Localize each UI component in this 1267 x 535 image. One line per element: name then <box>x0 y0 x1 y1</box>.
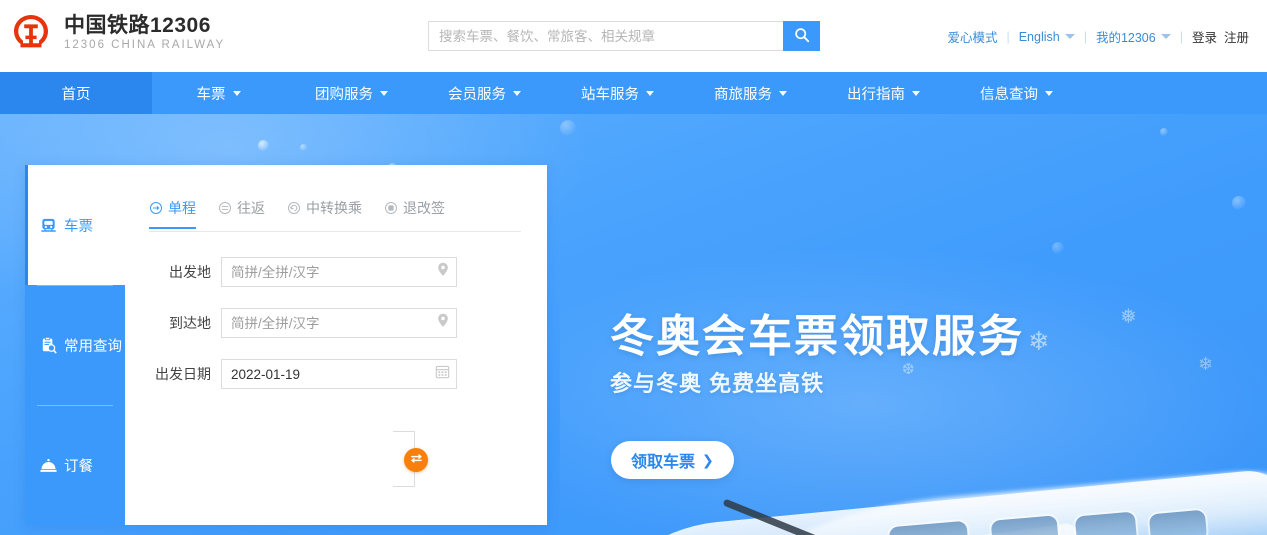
nav-item-information[interactable]: 信息查询 <box>950 72 1083 114</box>
chevron-down-icon <box>1045 90 1053 96</box>
bokeh-dot <box>300 144 307 151</box>
nav-label: 站车服务 <box>581 86 639 103</box>
one-way-icon <box>149 201 163 215</box>
tab-refund-change[interactable]: 退改签 <box>384 198 445 227</box>
link-separator-3: | <box>1179 29 1183 44</box>
sidebar-item-common-queries[interactable]: 常用查询 <box>25 285 125 405</box>
departure-date-row: 出发日期 <box>149 359 457 389</box>
trip-type-tabs: 单程 往返 中转换乘 退改签 <box>149 198 521 232</box>
language-switch-link[interactable]: English <box>1019 30 1060 44</box>
accessibility-mode-link[interactable]: 爱心模式 <box>947 27 997 46</box>
nav-item-travel-guide[interactable]: 出行指南 <box>817 72 950 114</box>
search-icon <box>794 27 810 46</box>
hero-title: 冬奥会车票领取服务 <box>610 312 1024 361</box>
page-root: 中国铁路12306 12306 CHINA RAILWAY 爱心模式 | Eng… <box>0 0 1267 535</box>
claim-ticket-button[interactable]: 领取车票 ❯ <box>611 441 734 479</box>
nav-label: 信息查询 <box>980 86 1038 103</box>
nav-label: 出行指南 <box>847 86 905 103</box>
sidebar-item-label: 车票 <box>64 218 93 235</box>
main-navigation: 首页 车票 团购服务 会员服务 站车服务 商旅服务 出行指南 信息查询 <box>0 72 1267 114</box>
destination-row: 到达地 <box>149 308 457 338</box>
nav-item-member-services[interactable]: 会员服务 <box>418 72 551 114</box>
sidebar-item-label: 常用查询 <box>64 338 122 355</box>
logo-title: 中国铁路12306 <box>64 13 211 37</box>
hero-subtitle: 参与冬奥 免费坐高铁 <box>610 371 825 396</box>
bokeh-dot <box>1052 242 1064 254</box>
china-railway-emblem-icon <box>8 10 54 56</box>
global-search <box>428 21 820 51</box>
tab-round-trip[interactable]: 往返 <box>218 198 265 227</box>
snowflake-icon: ❅ <box>1120 306 1137 328</box>
sidebar-item-meal-order[interactable]: 订餐 <box>25 405 125 525</box>
nav-item-station-services[interactable]: 站车服务 <box>551 72 684 114</box>
bokeh-dot <box>1160 128 1168 136</box>
tab-label: 退改签 <box>403 200 445 216</box>
nav-item-group-booking[interactable]: 团购服务 <box>285 72 418 114</box>
bokeh-dot <box>258 140 269 151</box>
booking-card: 车票 常用查询 订餐 单程 往返 中转换乘 退改签 出发地 简拼/全拼/汉字 到… <box>25 165 547 525</box>
chevron-down-icon <box>646 90 654 96</box>
site-header: 中国铁路12306 12306 CHINA RAILWAY 爱心模式 | Eng… <box>0 0 1267 72</box>
login-link[interactable]: 登录 <box>1192 27 1217 46</box>
nav-item-business-travel[interactable]: 商旅服务 <box>684 72 817 114</box>
destination-label: 到达地 <box>169 315 211 331</box>
my12306-link[interactable]: 我的12306 <box>1096 27 1156 46</box>
tab-label: 往返 <box>237 200 265 216</box>
link-separator-1: | <box>1006 29 1010 44</box>
clipboard-search-icon <box>39 336 58 355</box>
search-input[interactable] <box>428 21 783 51</box>
nav-label: 会员服务 <box>448 86 506 103</box>
chevron-down-icon <box>779 90 787 96</box>
bokeh-dot <box>1232 196 1246 210</box>
site-logo[interactable]: 中国铁路12306 12306 CHINA RAILWAY <box>8 10 225 56</box>
meal-dome-icon <box>39 456 58 475</box>
chevron-down-icon <box>232 90 241 96</box>
departure-date-label: 出发日期 <box>155 366 211 382</box>
nav-label: 团购服务 <box>315 86 373 103</box>
sidebar-item-tickets[interactable]: 车票 <box>25 165 125 285</box>
booking-side-tabs: 车票 常用查询 订餐 <box>25 165 125 525</box>
chevron-down-icon <box>912 90 920 96</box>
train-ticket-icon <box>39 216 58 235</box>
nav-item-tickets[interactable]: 车票 <box>152 72 285 114</box>
search-button[interactable] <box>783 21 820 51</box>
destination-input[interactable] <box>221 308 457 338</box>
nav-label: 车票 <box>196 86 226 103</box>
chevron-right-icon: ❯ <box>702 451 714 468</box>
origin-input[interactable] <box>221 257 457 287</box>
snowflake-icon: ❄ <box>1028 326 1050 356</box>
chevron-down-icon <box>513 90 521 96</box>
transfer-icon <box>287 201 301 215</box>
chevron-down-icon[interactable] <box>1064 34 1075 39</box>
header-links: 爱心模式 | English | 我的12306 | 登录 注册 <box>947 27 1249 46</box>
swap-stations-button[interactable] <box>404 448 428 472</box>
origin-label: 出发地 <box>169 264 211 280</box>
link-separator-2: | <box>1083 29 1087 44</box>
chevron-down-icon <box>380 90 388 96</box>
nav-item-home[interactable]: 首页 <box>0 72 152 114</box>
high-speed-train-image: ❄ ❅ ❆ ❄ ❅ <box>590 466 1267 535</box>
tab-one-way[interactable]: 单程 <box>149 198 196 229</box>
swap-arrows-icon <box>409 451 424 469</box>
booking-form: 单程 往返 中转换乘 退改签 出发地 简拼/全拼/汉字 到达地 简拼/全拼/汉字… <box>125 165 547 525</box>
claim-ticket-label: 领取车票 <box>631 454 696 471</box>
refund-change-icon <box>384 201 398 215</box>
logo-subtitle: 12306 CHINA RAILWAY <box>64 38 226 51</box>
round-trip-icon <box>218 201 232 215</box>
origin-row: 出发地 <box>149 257 457 287</box>
snowflake-icon: ❄ <box>1198 354 1214 374</box>
tab-label: 单程 <box>168 200 196 216</box>
bokeh-dot <box>560 120 576 136</box>
nav-label: 首页 <box>61 86 91 103</box>
chevron-down-icon[interactable] <box>1160 34 1171 39</box>
tab-transfer[interactable]: 中转换乘 <box>287 198 362 227</box>
departure-date-input[interactable] <box>221 359 457 389</box>
sidebar-item-label: 订餐 <box>64 458 93 475</box>
register-link[interactable]: 注册 <box>1224 27 1249 46</box>
nav-label: 商旅服务 <box>714 86 772 103</box>
tab-label: 中转换乘 <box>306 200 362 216</box>
